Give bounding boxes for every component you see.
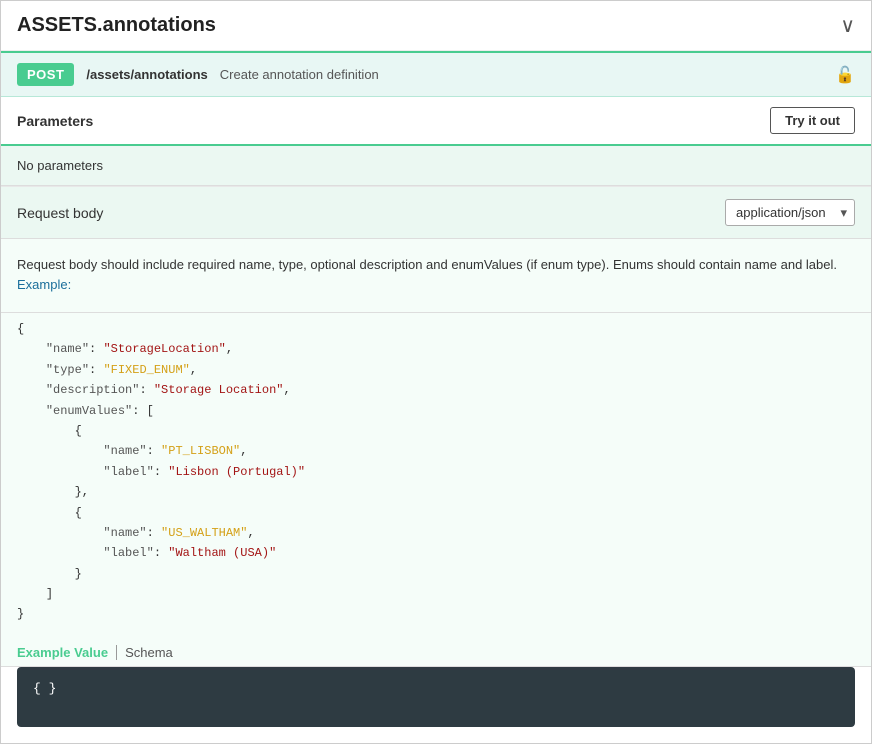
description-section: Request body should include required nam… [1, 239, 871, 313]
tab-schema[interactable]: Schema [125, 645, 173, 660]
code-line-14: ] [17, 584, 855, 604]
lock-icon: 🔓 [835, 65, 855, 85]
example-link[interactable]: Example: [17, 277, 71, 292]
chevron-down-icon[interactable]: ∨ [840, 13, 855, 38]
content-type-select-wrapper[interactable]: application/json [725, 199, 855, 226]
parameters-header: Parameters Try it out [1, 97, 871, 146]
section-title: ASSETS.annotations [17, 14, 216, 37]
json-output-content: { } [33, 681, 56, 696]
no-parameters-label: No parameters [17, 158, 103, 173]
code-line-12: "label": "Waltham (USA)" [17, 543, 855, 563]
no-parameters-row: No parameters [1, 146, 871, 186]
post-bar: POST /assets/annotations Create annotati… [1, 51, 871, 97]
main-container: ASSETS.annotations ∨ POST /assets/annota… [0, 0, 872, 744]
section-header: ASSETS.annotations ∨ [1, 1, 871, 51]
code-line-15: } [17, 604, 855, 624]
code-line-5: "enumValues": [ [17, 401, 855, 421]
code-line-1: { [17, 319, 855, 339]
code-line-7: "name": "PT_LISBON", [17, 441, 855, 461]
request-body-section: Request body application/json [1, 187, 871, 239]
description-main-text: Request body should include required nam… [17, 257, 837, 272]
request-body-header: Request body application/json [17, 199, 855, 226]
example-tabs: Example Value Schema [1, 637, 871, 667]
parameters-section: Parameters Try it out No parameters [1, 97, 871, 187]
request-body-label: Request body [17, 205, 103, 221]
description-text: Request body should include required nam… [17, 255, 855, 294]
tab-example-value[interactable]: Example Value [17, 645, 117, 660]
code-line-10: { [17, 503, 855, 523]
code-line-8: "label": "Lisbon (Portugal)" [17, 462, 855, 482]
parameters-title: Parameters [17, 113, 93, 129]
code-line-3: "type": "FIXED_ENUM", [17, 360, 855, 380]
try-it-out-button[interactable]: Try it out [770, 107, 855, 134]
code-line-13: } [17, 564, 855, 584]
json-output-box: { } [17, 667, 855, 727]
code-line-9: }, [17, 482, 855, 502]
api-path: /assets/annotations [86, 67, 207, 82]
code-line-2: "name": "StorageLocation", [17, 339, 855, 359]
code-line-6: { [17, 421, 855, 441]
content-type-select[interactable]: application/json [725, 199, 855, 226]
method-badge: POST [17, 63, 74, 86]
code-line-4: "description": "Storage Location", [17, 380, 855, 400]
code-line-11: "name": "US_WALTHAM", [17, 523, 855, 543]
code-example: { "name": "StorageLocation", "type": "FI… [1, 313, 871, 637]
api-description: Create annotation definition [220, 67, 379, 82]
